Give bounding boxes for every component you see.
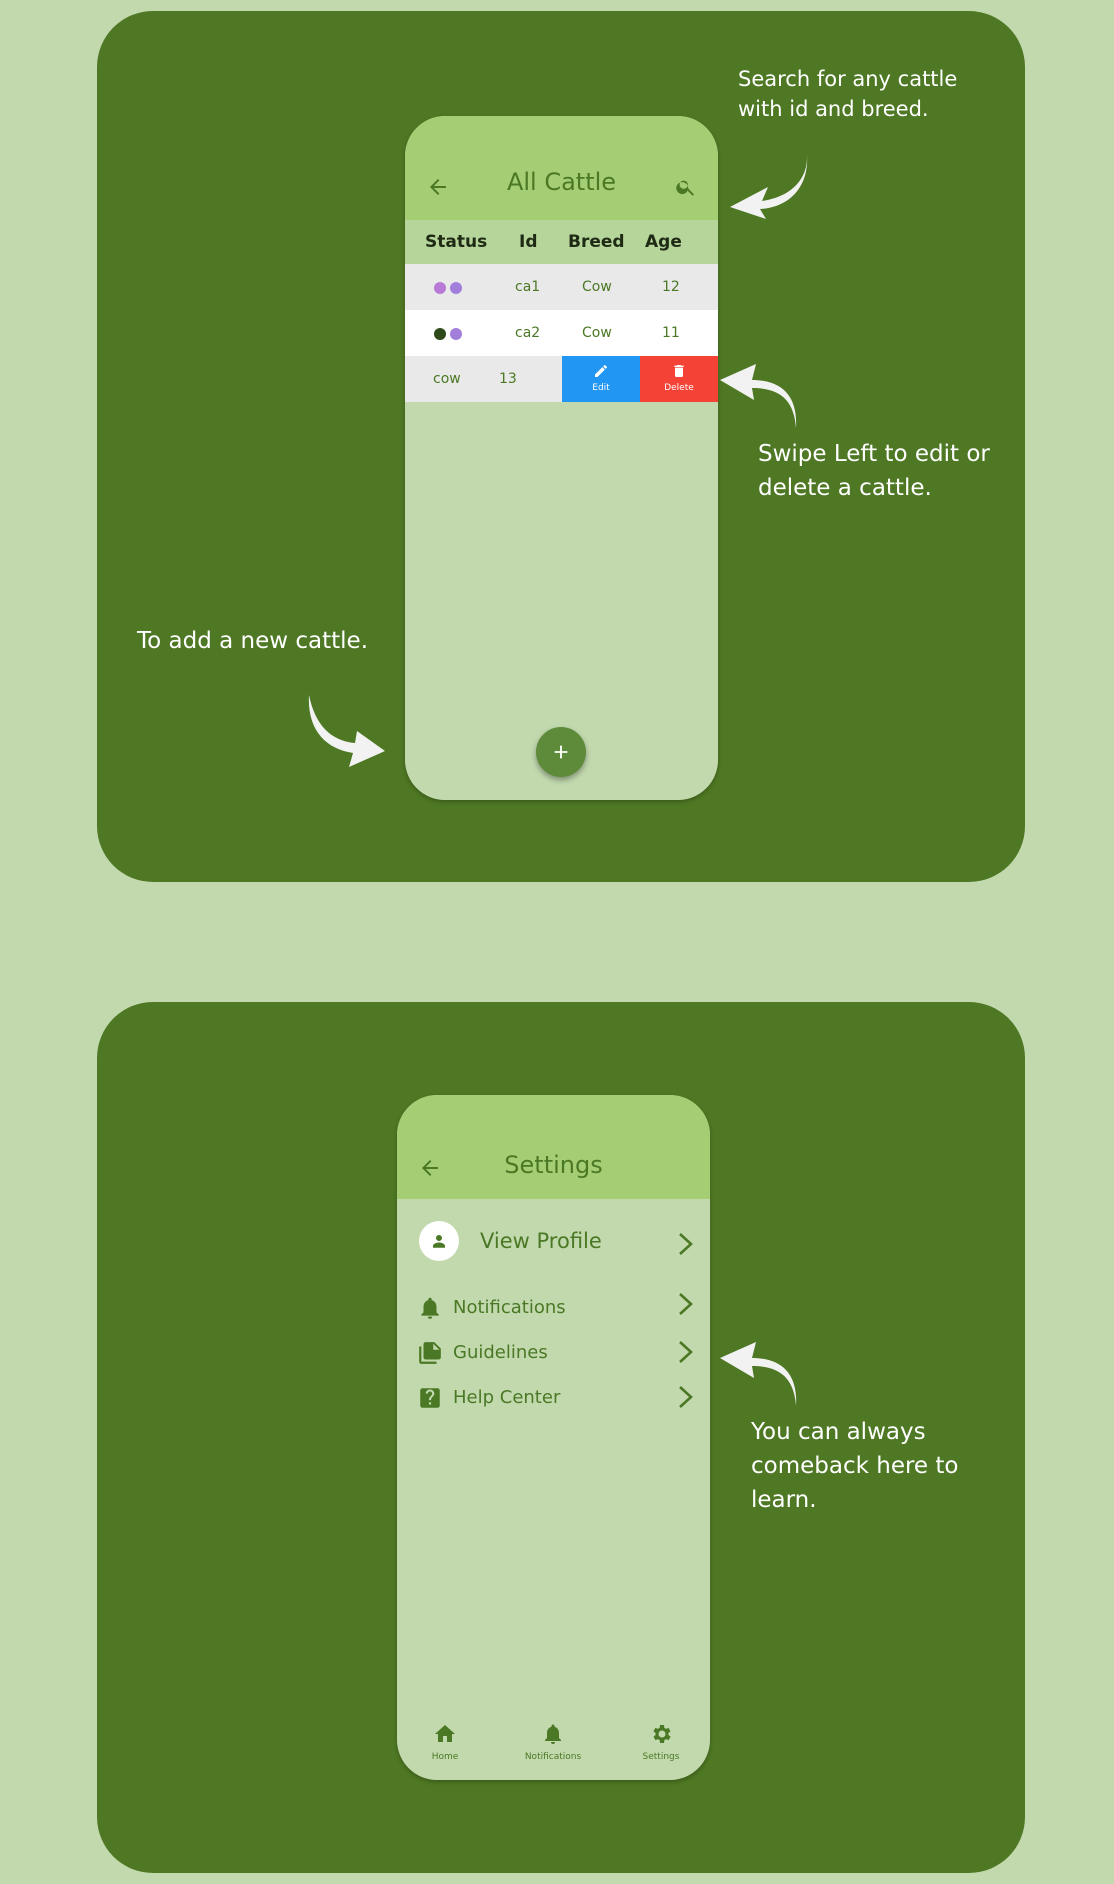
edit-label: Edit bbox=[592, 383, 610, 393]
settings-item-label: Notifications bbox=[453, 1297, 566, 1318]
view-profile-item[interactable]: View Profile bbox=[417, 1221, 696, 1265]
app-bar: Settings bbox=[397, 1095, 710, 1199]
help-box-icon bbox=[420, 1388, 440, 1408]
delete-button[interactable]: Delete bbox=[640, 356, 718, 402]
curved-arrow-icon bbox=[730, 147, 808, 219]
swipe-annotation: Swipe Left to edit or delete a cattle. bbox=[758, 441, 990, 501]
avatar bbox=[419, 1221, 459, 1261]
trash-icon bbox=[674, 365, 684, 377]
table-header: Status Id Breed Age bbox=[405, 220, 718, 264]
cattle-age: 11 bbox=[662, 325, 680, 341]
curved-arrow-icon bbox=[720, 364, 797, 428]
pencil-icon bbox=[595, 364, 607, 377]
column-breed: Breed bbox=[568, 232, 625, 252]
settings-item-label: Guidelines bbox=[453, 1342, 548, 1363]
chevron-right-icon bbox=[679, 1341, 693, 1363]
cattle-breed: cow bbox=[433, 371, 461, 387]
cattle-breed: Cow bbox=[582, 279, 612, 295]
settings-item-notifications[interactable]: Notifications bbox=[417, 1293, 696, 1325]
bottom-navigation: Home Notifications Settings bbox=[397, 1710, 710, 1780]
settings-item-guidelines[interactable]: Guidelines bbox=[417, 1338, 696, 1370]
settings-item-label: Help Center bbox=[453, 1387, 561, 1408]
column-id: Id bbox=[519, 232, 538, 252]
cattle-id: ca1 bbox=[515, 279, 541, 295]
cattle-id: ca2 bbox=[515, 325, 541, 341]
column-status: Status bbox=[425, 232, 488, 252]
status-dot bbox=[450, 282, 462, 294]
person-icon bbox=[433, 1235, 445, 1248]
cattle-age: 13 bbox=[499, 371, 517, 387]
cattle-breed: Cow bbox=[582, 325, 612, 341]
view-profile-label: View Profile bbox=[480, 1229, 602, 1253]
curved-arrow-icon bbox=[308, 695, 385, 767]
delete-label: Delete bbox=[664, 383, 694, 393]
search-annotation: Search for any cattle with id and breed. bbox=[738, 67, 958, 121]
documents-icon bbox=[419, 1342, 441, 1364]
nav-label: Settings bbox=[642, 1752, 680, 1762]
edit-button[interactable]: Edit bbox=[562, 356, 640, 402]
curved-arrow-icon bbox=[720, 1342, 797, 1406]
status-dot bbox=[434, 282, 446, 294]
swiped-table-row[interactable]: cow 13 Edit Delete bbox=[405, 356, 718, 402]
plus-icon bbox=[554, 745, 568, 759]
nav-label: Notifications bbox=[524, 1752, 582, 1762]
page-title: Settings bbox=[504, 1151, 603, 1179]
chevron-right-icon bbox=[679, 1386, 693, 1408]
status-dot bbox=[434, 328, 446, 340]
learn-annotation: You can always comeback here to learn. bbox=[751, 1419, 959, 1513]
chevron-right-icon bbox=[679, 1293, 693, 1315]
table-row[interactable]: ca2 Cow 11 bbox=[405, 310, 718, 356]
add-cattle-button[interactable] bbox=[536, 727, 586, 777]
bell-icon bbox=[545, 1724, 561, 1744]
cattle-age: 12 bbox=[662, 279, 680, 295]
nav-label: Home bbox=[431, 1752, 459, 1762]
home-icon bbox=[435, 1725, 455, 1742]
nav-notifications[interactable]: Notifications bbox=[508, 1722, 598, 1762]
bell-icon bbox=[421, 1297, 439, 1319]
add-annotation: To add a new cattle. bbox=[137, 628, 369, 654]
settings-item-help-center[interactable]: Help Center bbox=[417, 1383, 696, 1415]
app-bar: All Cattle bbox=[405, 116, 718, 220]
search-icon bbox=[676, 180, 695, 196]
search-button[interactable] bbox=[671, 172, 701, 202]
chevron-right-icon bbox=[679, 1233, 693, 1255]
all-cattle-phone: All Cattle Status Id Breed Age ca1 Cow 1… bbox=[405, 116, 718, 800]
column-age: Age bbox=[645, 232, 682, 252]
table-row[interactable]: ca1 Cow 12 bbox=[405, 264, 718, 310]
nav-home[interactable]: Home bbox=[400, 1722, 490, 1762]
nav-settings[interactable]: Settings bbox=[616, 1722, 706, 1762]
gear-icon bbox=[653, 1725, 671, 1743]
status-dot bbox=[450, 328, 462, 340]
settings-phone: Settings View Profile Notifications Guid… bbox=[397, 1095, 710, 1780]
